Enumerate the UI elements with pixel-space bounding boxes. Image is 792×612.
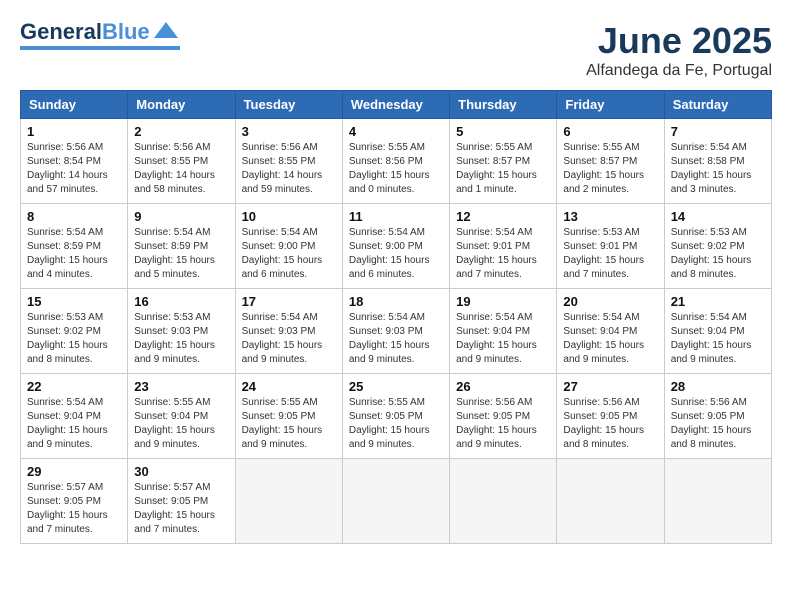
week-row-5: 29 Sunrise: 5:57 AMSunset: 9:05 PMDaylig… (21, 459, 772, 544)
day-19: 19 Sunrise: 5:54 AMSunset: 9:04 PMDaylig… (450, 289, 557, 374)
day-18: 18 Sunrise: 5:54 AMSunset: 9:03 PMDaylig… (342, 289, 449, 374)
header-thursday: Thursday (450, 91, 557, 119)
week-row-2: 8 Sunrise: 5:54 AMSunset: 8:59 PMDayligh… (21, 204, 772, 289)
header-sunday: Sunday (21, 91, 128, 119)
header-saturday: Saturday (664, 91, 771, 119)
location-subtitle: Alfandega da Fe, Portugal (586, 62, 772, 80)
day-6: 6 Sunrise: 5:55 AMSunset: 8:57 PMDayligh… (557, 119, 664, 204)
day-27: 27 Sunrise: 5:56 AMSunset: 9:05 PMDaylig… (557, 374, 664, 459)
day-11: 11 Sunrise: 5:54 AMSunset: 9:00 PMDaylig… (342, 204, 449, 289)
logo: GeneralBlue (20, 20, 180, 50)
empty-cell-2 (342, 459, 449, 544)
day-15: 15 Sunrise: 5:53 AMSunset: 9:02 PMDaylig… (21, 289, 128, 374)
week-row-4: 22 Sunrise: 5:54 AMSunset: 9:04 PMDaylig… (21, 374, 772, 459)
day-21: 21 Sunrise: 5:54 AMSunset: 9:04 PMDaylig… (664, 289, 771, 374)
empty-cell-1 (235, 459, 342, 544)
empty-cell-5 (664, 459, 771, 544)
day-4: 4 Sunrise: 5:55 AMSunset: 8:56 PMDayligh… (342, 119, 449, 204)
logo-text: GeneralBlue (20, 21, 150, 43)
day-2: 2 Sunrise: 5:56 AMSunset: 8:55 PMDayligh… (128, 119, 235, 204)
day-1: 1 Sunrise: 5:56 AMSunset: 8:54 PMDayligh… (21, 119, 128, 204)
page-header: GeneralBlue June 2025 Alfandega da Fe, P… (20, 20, 772, 80)
day-20: 20 Sunrise: 5:54 AMSunset: 9:04 PMDaylig… (557, 289, 664, 374)
month-year-title: June 2025 (586, 20, 772, 62)
day-22: 22 Sunrise: 5:54 AMSunset: 9:04 PMDaylig… (21, 374, 128, 459)
day-16: 16 Sunrise: 5:53 AMSunset: 9:03 PMDaylig… (128, 289, 235, 374)
day-17: 17 Sunrise: 5:54 AMSunset: 9:03 PMDaylig… (235, 289, 342, 374)
day-10: 10 Sunrise: 5:54 AMSunset: 9:00 PMDaylig… (235, 204, 342, 289)
day-26: 26 Sunrise: 5:56 AMSunset: 9:05 PMDaylig… (450, 374, 557, 459)
day-23: 23 Sunrise: 5:55 AMSunset: 9:04 PMDaylig… (128, 374, 235, 459)
logo-bar (20, 46, 180, 50)
day-12: 12 Sunrise: 5:54 AMSunset: 9:01 PMDaylig… (450, 204, 557, 289)
day-24: 24 Sunrise: 5:55 AMSunset: 9:05 PMDaylig… (235, 374, 342, 459)
day-7: 7 Sunrise: 5:54 AMSunset: 8:58 PMDayligh… (664, 119, 771, 204)
day-30: 30 Sunrise: 5:57 AMSunset: 9:05 PMDaylig… (128, 459, 235, 544)
logo-icon (152, 20, 180, 44)
day-29: 29 Sunrise: 5:57 AMSunset: 9:05 PMDaylig… (21, 459, 128, 544)
day-8: 8 Sunrise: 5:54 AMSunset: 8:59 PMDayligh… (21, 204, 128, 289)
title-area: June 2025 Alfandega da Fe, Portugal (586, 20, 772, 80)
day-5: 5 Sunrise: 5:55 AMSunset: 8:57 PMDayligh… (450, 119, 557, 204)
day-14: 14 Sunrise: 5:53 AMSunset: 9:02 PMDaylig… (664, 204, 771, 289)
header-friday: Friday (557, 91, 664, 119)
header-tuesday: Tuesday (235, 91, 342, 119)
day-13: 13 Sunrise: 5:53 AMSunset: 9:01 PMDaylig… (557, 204, 664, 289)
day-9: 9 Sunrise: 5:54 AMSunset: 8:59 PMDayligh… (128, 204, 235, 289)
header-wednesday: Wednesday (342, 91, 449, 119)
calendar-table: Sunday Monday Tuesday Wednesday Thursday… (20, 90, 772, 544)
empty-cell-4 (557, 459, 664, 544)
header-monday: Monday (128, 91, 235, 119)
empty-cell-3 (450, 459, 557, 544)
day-3: 3 Sunrise: 5:56 AMSunset: 8:55 PMDayligh… (235, 119, 342, 204)
day-25: 25 Sunrise: 5:55 AMSunset: 9:05 PMDaylig… (342, 374, 449, 459)
weekday-header-row: Sunday Monday Tuesday Wednesday Thursday… (21, 91, 772, 119)
day-28: 28 Sunrise: 5:56 AMSunset: 9:05 PMDaylig… (664, 374, 771, 459)
week-row-3: 15 Sunrise: 5:53 AMSunset: 9:02 PMDaylig… (21, 289, 772, 374)
week-row-1: 1 Sunrise: 5:56 AMSunset: 8:54 PMDayligh… (21, 119, 772, 204)
